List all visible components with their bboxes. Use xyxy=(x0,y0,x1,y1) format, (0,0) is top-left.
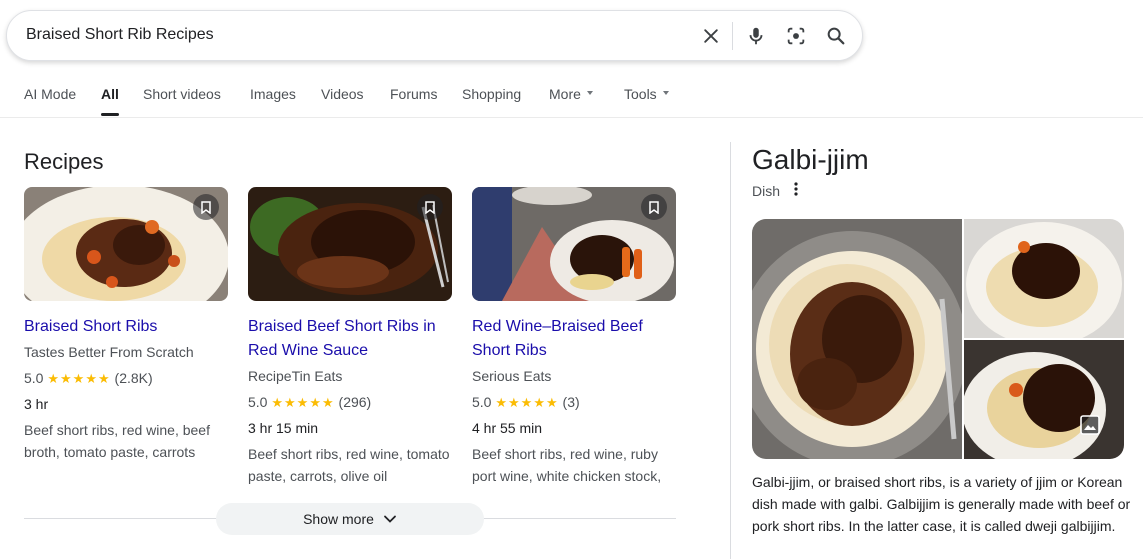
tab-ai-mode[interactable]: AI Mode xyxy=(24,86,76,102)
recipe-image[interactable] xyxy=(248,187,452,301)
tab-shopping[interactable]: Shopping xyxy=(462,86,521,102)
recipe-card[interactable]: Red Wine–Braised Beef Short Ribs Serious… xyxy=(472,187,677,487)
header-divider xyxy=(0,117,1143,118)
dropdown-caret-icon xyxy=(662,91,669,96)
knowledge-panel-subtitle: Dish xyxy=(752,183,781,199)
star-rating-icon: ★★★★★ xyxy=(47,371,111,386)
rating-value: 5.0 xyxy=(24,370,44,386)
recipe-image[interactable] xyxy=(24,187,228,301)
tab-videos[interactable]: Videos xyxy=(321,86,364,102)
rating-value: 5.0 xyxy=(472,394,492,410)
close-icon[interactable] xyxy=(699,24,723,48)
dish-image-bottom[interactable] xyxy=(964,340,1124,459)
lens-icon[interactable] xyxy=(784,24,808,48)
review-count: (296) xyxy=(338,394,372,410)
review-count: (2.8K) xyxy=(114,370,153,386)
knowledge-panel-divider xyxy=(730,142,731,559)
show-more-label: Show more xyxy=(303,511,374,527)
tab-more-label: More xyxy=(549,86,581,102)
tab-all[interactable]: All xyxy=(101,86,119,102)
star-rating-icon: ★★★★★ xyxy=(495,395,559,410)
dish-image-main[interactable] xyxy=(752,219,962,459)
recipe-ingredients: Beef short ribs, red wine, ruby port win… xyxy=(472,446,662,484)
recipe-rating: 5.0 ★★★★★ (3) xyxy=(472,394,580,411)
show-more-button[interactable]: Show more xyxy=(216,503,484,535)
tab-tools-label: Tools xyxy=(624,86,657,102)
recipe-card[interactable]: Braised Short Ribs Tastes Better From Sc… xyxy=(24,187,229,487)
image-gallery-icon[interactable] xyxy=(1078,413,1102,437)
bookmark-icon[interactable] xyxy=(417,194,443,220)
recipe-time: 4 hr 55 min xyxy=(472,420,543,436)
recipe-source: Tastes Better From Scratch xyxy=(24,344,194,360)
recipes-heading: Recipes xyxy=(24,149,104,174)
chevron-down-icon xyxy=(384,515,396,523)
knowledge-panel-title: Galbi-jjim xyxy=(752,144,869,175)
review-count: (3) xyxy=(562,394,580,410)
recipe-ingredients: Beef short ribs, red wine, tomato paste,… xyxy=(248,446,450,484)
tab-tools[interactable]: Tools xyxy=(624,86,669,102)
bookmark-icon[interactable] xyxy=(641,194,667,220)
recipe-title[interactable]: Braised Beef Short Ribs in Red Wine Sauc… xyxy=(248,315,453,363)
search-input[interactable]: Braised Short Rib Recipes xyxy=(26,26,214,44)
star-rating-icon: ★★★★★ xyxy=(271,395,335,410)
recipe-title[interactable]: Braised Short Ribs xyxy=(24,315,229,339)
recipe-title[interactable]: Red Wine–Braised Beef Short Ribs xyxy=(472,315,677,363)
tab-images[interactable]: Images xyxy=(250,86,296,102)
dropdown-caret-icon xyxy=(586,91,593,96)
more-options-icon[interactable] xyxy=(790,181,802,197)
rating-value: 5.0 xyxy=(248,394,268,410)
knowledge-panel-images[interactable] xyxy=(752,219,1124,459)
recipe-ingredients: Beef short ribs, red wine, beef broth, t… xyxy=(24,422,210,460)
recipe-rating: 5.0 ★★★★★ (2.8K) xyxy=(24,370,153,387)
search-icon[interactable] xyxy=(824,24,848,48)
recipe-card[interactable]: Braised Beef Short Ribs in Red Wine Sauc… xyxy=(248,187,453,487)
search-bar-divider xyxy=(732,22,733,50)
recipe-source: Serious Eats xyxy=(472,368,552,384)
recipe-source: RecipeTin Eats xyxy=(248,368,343,384)
search-bar: Braised Short Rib Recipes xyxy=(6,10,863,61)
recipe-time: 3 hr xyxy=(24,396,49,412)
bookmark-icon[interactable] xyxy=(193,194,219,220)
microphone-icon[interactable] xyxy=(744,24,768,48)
active-tab-indicator xyxy=(101,113,119,116)
knowledge-panel-description: Galbi-jjim, or braised short ribs, is a … xyxy=(752,474,1131,534)
dish-image-top[interactable] xyxy=(964,219,1124,338)
tab-short-videos[interactable]: Short videos xyxy=(143,86,221,102)
recipe-time: 3 hr 15 min xyxy=(248,420,319,436)
tab-forums[interactable]: Forums xyxy=(390,86,437,102)
tab-more[interactable]: More xyxy=(549,86,593,102)
recipe-rating: 5.0 ★★★★★ (296) xyxy=(248,394,371,411)
recipe-image[interactable] xyxy=(472,187,676,301)
